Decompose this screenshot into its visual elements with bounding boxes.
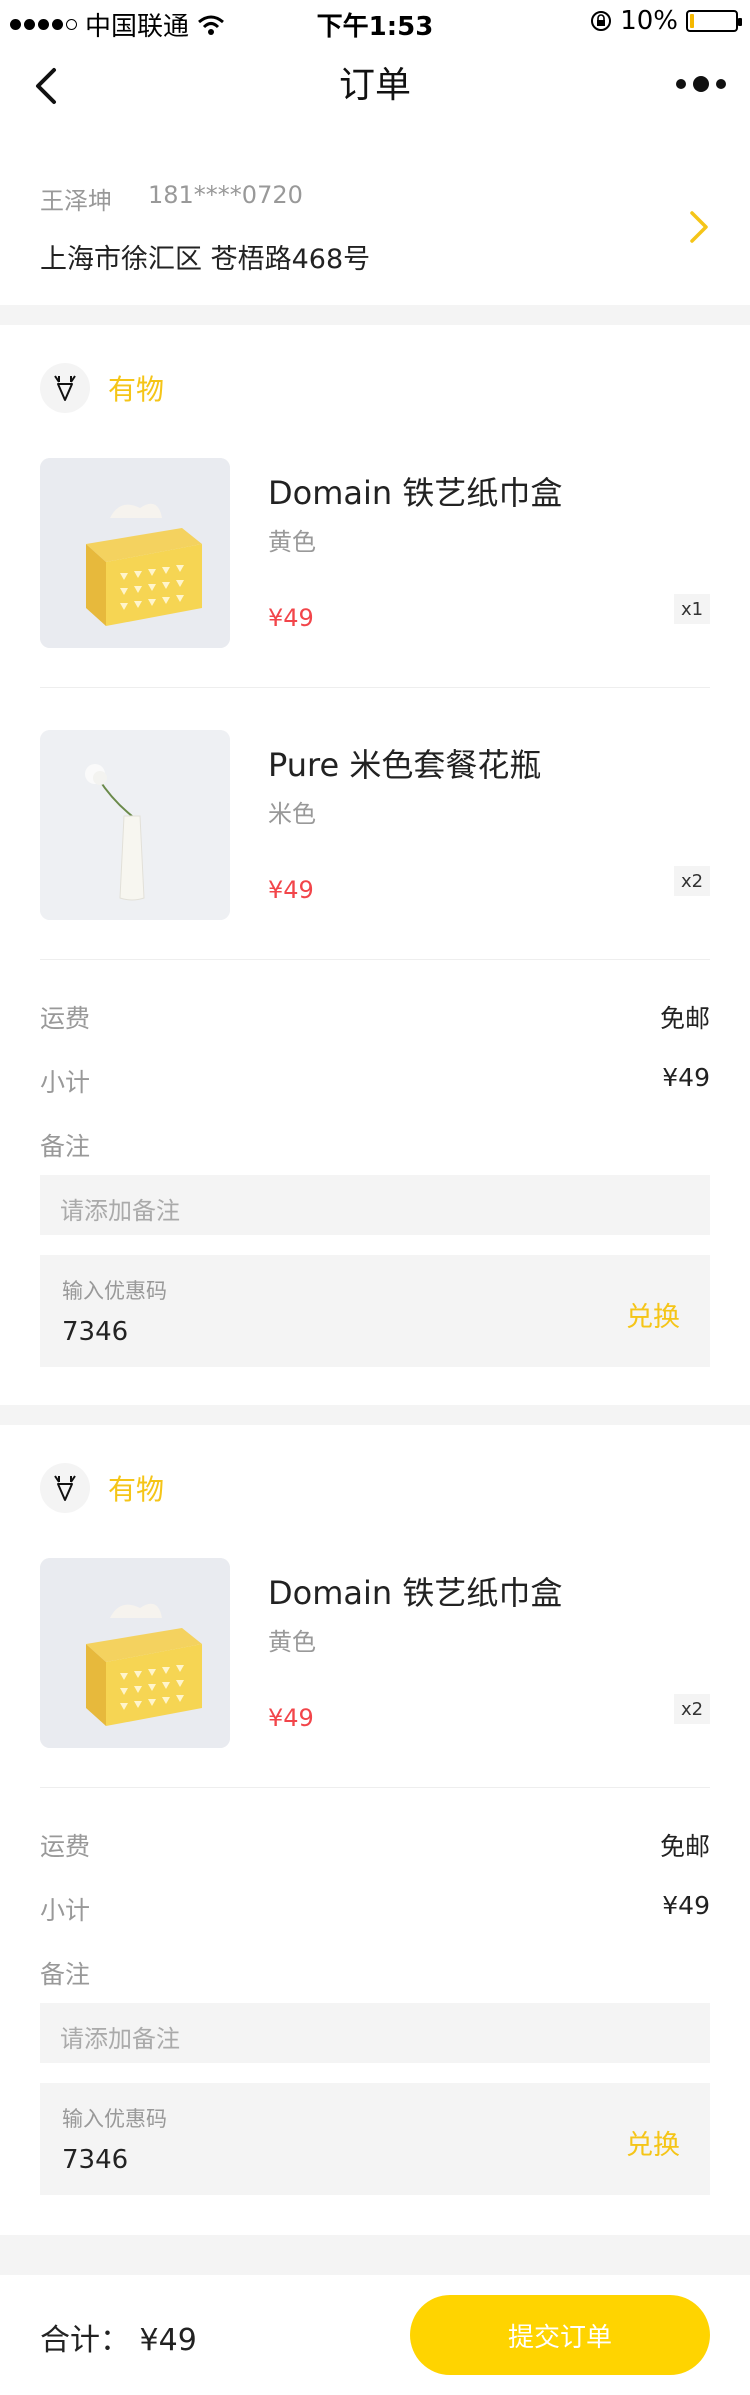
subtotal-label: 小计 [40, 1896, 91, 1925]
order-total: 合计： ¥49 [40, 2323, 197, 2358]
product-variant: 黄色 [268, 1628, 316, 1656]
shipping-value: 免邮 [659, 1004, 710, 1033]
battery-icon [686, 10, 742, 32]
store-name: 有物 [108, 1473, 165, 1506]
product-price: ¥49 [268, 876, 314, 904]
recipient-phone: 181****0720 [148, 181, 303, 209]
store-header: 有物 [40, 1463, 164, 1513]
product-image [40, 730, 230, 920]
remark-label: 备注 [40, 1132, 91, 1161]
coupon-input[interactable]: 7346 [62, 2145, 128, 2175]
coupon-label: 输入优惠码 [62, 2107, 167, 2131]
product-name: Pure 米色套餐花瓶 [268, 746, 542, 784]
deer-logo-icon [40, 363, 90, 413]
list-item[interactable]: Pure 米色套餐花瓶 米色 ¥49 x2 [40, 730, 710, 920]
product-name: Domain 铁艺纸巾盒 [268, 1574, 563, 1612]
product-image [40, 1558, 230, 1748]
deer-logo-icon [40, 1463, 90, 1513]
shipping-label: 运费 [40, 1004, 91, 1033]
product-quantity: x2 [674, 866, 710, 896]
product-image [40, 458, 230, 648]
redeem-button[interactable]: 兑换 [626, 2123, 680, 2162]
remark-input[interactable]: 请添加备注 [40, 1175, 710, 1235]
rotation-lock-icon [591, 11, 612, 31]
subtotal-label: 小计 [40, 1068, 91, 1097]
list-item[interactable]: Domain 铁艺纸巾盒 黄色 ¥49 x1 [40, 458, 710, 648]
store-section: 有物 Domain 铁艺纸巾盒 黄色 ¥49 x1 Pure 米色套餐花瓶 米色… [0, 325, 750, 1405]
product-price: ¥49 [268, 604, 314, 632]
product-price: ¥49 [268, 1704, 314, 1732]
page-title: 订单 [338, 65, 411, 106]
submit-order-button[interactable]: 提交订单 [410, 2295, 710, 2375]
status-right: 10% [590, 6, 742, 36]
nav-bar: 订单 [0, 40, 750, 165]
product-quantity: x1 [674, 594, 710, 624]
product-variant: 黄色 [268, 528, 316, 556]
coupon-field[interactable]: 输入优惠码 7346 兑换 [40, 2083, 710, 2195]
recipient-name: 王泽坤 [40, 187, 112, 215]
subtotal-value: ¥49 [662, 1891, 710, 1920]
divider [40, 1787, 710, 1788]
divider [40, 959, 710, 960]
status-bar: 中国联通 下午1:53 10% [0, 0, 750, 42]
product-variant: 米色 [268, 800, 316, 828]
chevron-right-icon[interactable] [688, 209, 712, 245]
product-name: Domain 铁艺纸巾盒 [268, 474, 563, 512]
store-name: 有物 [108, 373, 165, 406]
store-header: 有物 [40, 363, 164, 413]
more-icon[interactable] [676, 74, 726, 94]
address-line: 上海市徐汇区 苍梧路468号 [40, 244, 371, 275]
store-section: 有物 Domain 铁艺纸巾盒 黄色 ¥49 x2 运费 免邮 小计 ¥49 备… [0, 1425, 750, 2235]
subtotal-value: ¥49 [662, 1063, 710, 1092]
coupon-input[interactable]: 7346 [62, 1317, 128, 1347]
remark-label: 备注 [40, 1960, 91, 1989]
address-card[interactable]: 王泽坤 181****0720 上海市徐汇区 苍梧路468号 [0, 165, 750, 305]
coupon-field[interactable]: 输入优惠码 7346 兑换 [40, 1255, 710, 1367]
divider [40, 687, 710, 688]
checkout-bar: 合计： ¥49 提交订单 [0, 2275, 750, 2395]
battery-percent: 10% [620, 6, 678, 36]
remark-input[interactable]: 请添加备注 [40, 2003, 710, 2063]
list-item[interactable]: Domain 铁艺纸巾盒 黄色 ¥49 x2 [40, 1558, 710, 1748]
product-quantity: x2 [674, 1694, 710, 1724]
shipping-label: 运费 [40, 1832, 91, 1861]
coupon-label: 输入优惠码 [62, 1279, 167, 1303]
redeem-button[interactable]: 兑换 [626, 1295, 680, 1334]
shipping-value: 免邮 [659, 1832, 710, 1861]
